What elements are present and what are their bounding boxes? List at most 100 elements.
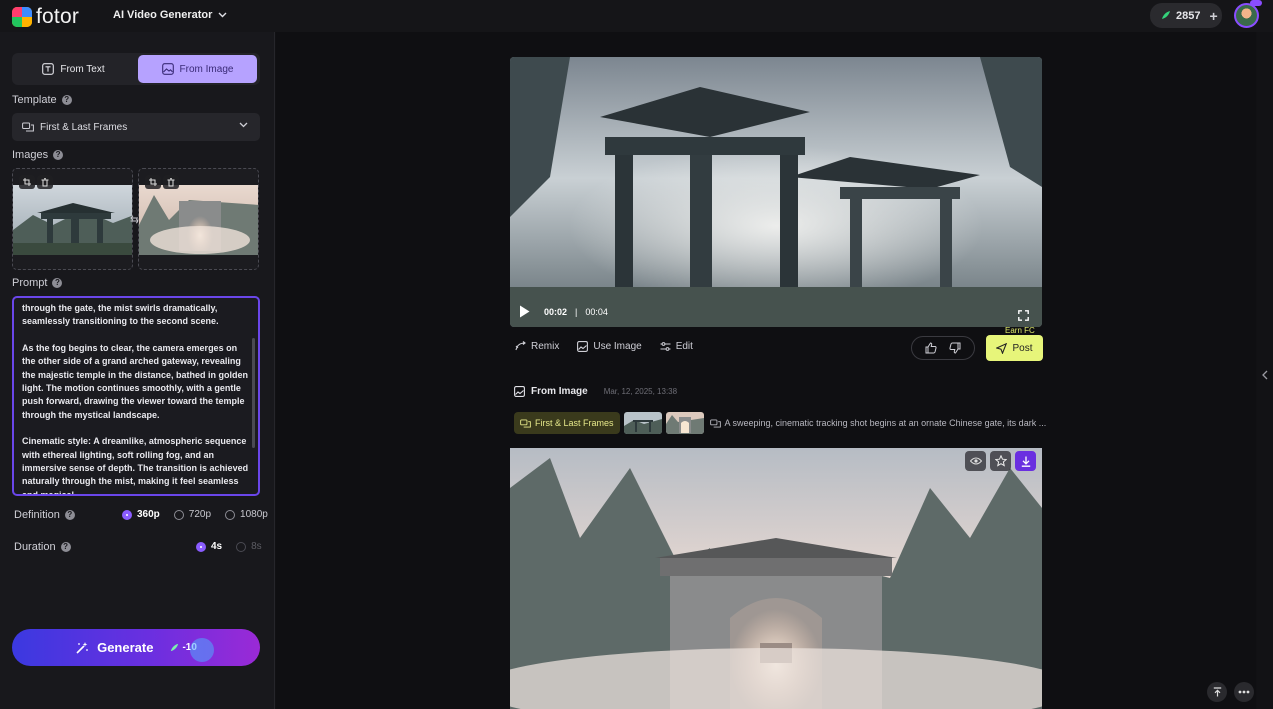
feedback-buttons xyxy=(911,336,975,360)
radio-label: 1080p xyxy=(240,509,268,520)
crop-icon[interactable] xyxy=(145,175,161,189)
help-icon[interactable]: ? xyxy=(60,542,71,552)
current-time: 00:02 xyxy=(544,306,568,317)
fullscreen-icon[interactable] xyxy=(1018,308,1029,326)
sliders-icon xyxy=(660,342,671,351)
prompt-preview[interactable]: A sweeping, cinematic tracking shot begi… xyxy=(709,418,1047,428)
generate-button[interactable]: Generate -10 xyxy=(12,629,260,666)
radio-selected-icon xyxy=(196,541,206,552)
play-icon[interactable] xyxy=(519,305,530,318)
vip-badge-icon xyxy=(1250,0,1262,6)
history-date: Mar, 12, 2025, 13:38 xyxy=(603,387,678,396)
feather-credit-icon xyxy=(1162,11,1170,19)
first-frame-mini-thumbnail[interactable] xyxy=(623,412,662,434)
duration-heading: Duration ? xyxy=(14,541,71,553)
definition-heading: Definition ? xyxy=(14,509,75,521)
app-switcher-label: AI Video Generator xyxy=(113,9,213,21)
video-actions: Remix Use Image Edit xyxy=(515,341,693,352)
magic-wand-icon xyxy=(76,641,88,654)
tab-from-text[interactable]: From Text xyxy=(14,55,133,83)
preview-eye-icon[interactable] xyxy=(965,451,986,471)
definition-option-1080p[interactable]: 1080p xyxy=(225,509,268,520)
radio-label: 360p xyxy=(137,509,160,520)
definition-option-360p[interactable]: 360p xyxy=(122,509,160,520)
thumbs-up-icon[interactable] xyxy=(925,342,937,354)
use-image-button[interactable]: Use Image xyxy=(577,341,642,352)
top-bar: fotor AI Video Generator 2857 + xyxy=(0,0,1273,32)
collapse-panel-chevron-icon[interactable] xyxy=(1262,367,1268,385)
definition-label: Definition xyxy=(14,509,60,521)
first-frame-thumbnail xyxy=(13,185,132,255)
image-icon xyxy=(577,341,589,352)
tab-from-image[interactable]: From Image xyxy=(138,55,257,83)
prompt-paragraph: As the fog begins to clear, the camera e… xyxy=(22,342,249,420)
first-frame-image-slot[interactable] xyxy=(12,168,133,270)
radio-icon xyxy=(173,509,184,520)
fotor-logo[interactable]: fotor xyxy=(12,5,79,29)
text-prompt-icon xyxy=(709,418,721,428)
feather-credit-icon xyxy=(171,643,179,651)
remix-icon xyxy=(515,341,526,351)
history-details: First & Last Frames A sweeping, cinemati… xyxy=(514,412,1046,434)
credits-count: 2857 xyxy=(1176,9,1201,22)
trash-icon[interactable] xyxy=(163,175,179,189)
help-icon[interactable]: ? xyxy=(64,510,75,520)
radio-label: 8s xyxy=(251,541,262,552)
prompt-preview-text: A sweeping, cinematic tracking shot begi… xyxy=(724,418,1047,428)
definition-option-720p[interactable]: 720p xyxy=(173,509,212,520)
credits-badge[interactable]: 2857 + xyxy=(1150,3,1222,28)
definition-options: 360p 720p 1080p xyxy=(108,509,268,520)
help-icon[interactable]: ? xyxy=(53,150,64,160)
help-icon[interactable]: ? xyxy=(61,95,72,105)
radio-label: 4s xyxy=(211,541,223,552)
trash-icon[interactable] xyxy=(37,175,53,189)
avatar[interactable] xyxy=(1234,3,1259,28)
radio-label: 720p xyxy=(188,509,212,520)
prompt-scrollbar[interactable] xyxy=(252,338,255,448)
template-tag-label: First & Last Frames xyxy=(535,418,614,428)
duration-option-8s[interactable]: 8s xyxy=(236,541,262,552)
chevron-down-icon xyxy=(239,122,248,128)
template-select[interactable]: First & Last Frames xyxy=(12,113,260,141)
back-to-top-icon[interactable] xyxy=(1207,682,1227,702)
text-icon xyxy=(42,63,55,75)
total-time: 00:04 xyxy=(585,306,608,317)
crop-icon[interactable] xyxy=(19,175,35,189)
image-icon xyxy=(161,63,174,75)
help-icon[interactable]: ? xyxy=(52,278,63,288)
send-icon xyxy=(996,342,1008,354)
logo-text: fotor xyxy=(36,5,80,28)
prompt-heading: Prompt ? xyxy=(12,277,63,289)
history-video-preview[interactable] xyxy=(510,448,1042,709)
duration-option-4s[interactable]: 4s xyxy=(196,541,222,552)
app-switcher-dropdown[interactable]: AI Video Generator xyxy=(113,9,227,21)
post-button[interactable]: Post xyxy=(986,335,1043,361)
time-separator: | xyxy=(575,306,578,317)
download-icon[interactable] xyxy=(1015,451,1036,471)
template-tag: First & Last Frames xyxy=(514,412,620,434)
fotor-logo-icon xyxy=(12,7,32,27)
radio-icon xyxy=(225,509,236,520)
video-player[interactable] xyxy=(510,57,1042,327)
image-icon xyxy=(514,386,525,397)
favorite-star-icon[interactable] xyxy=(990,451,1011,471)
tab-from-image-label: From Image xyxy=(179,63,234,75)
last-frame-image-slot[interactable] xyxy=(138,168,259,270)
last-frame-mini-thumbnail[interactable] xyxy=(665,412,704,434)
thumbs-down-icon[interactable] xyxy=(949,342,961,354)
add-credits-icon[interactable]: + xyxy=(1209,8,1217,24)
pointer-cursor-icon xyxy=(190,638,214,662)
edit-button[interactable]: Edit xyxy=(660,341,693,352)
prompt-textarea[interactable]: through the gate, the mist swirls dramat… xyxy=(12,296,260,496)
history-video-tools xyxy=(965,451,1036,471)
template-heading: Template ? xyxy=(12,94,72,106)
duration-options: 4s 8s xyxy=(182,541,262,552)
history-source: From Image xyxy=(531,386,588,397)
film-frames-icon xyxy=(22,122,34,132)
remix-button[interactable]: Remix xyxy=(515,341,559,352)
prompt-paragraph: Cinematic style: A dreamlike, atmospheri… xyxy=(22,436,249,496)
more-options-icon[interactable] xyxy=(1234,682,1254,702)
last-frame-thumbnail xyxy=(139,185,258,255)
template-label: Template xyxy=(12,94,57,106)
film-frames-icon xyxy=(520,418,531,428)
